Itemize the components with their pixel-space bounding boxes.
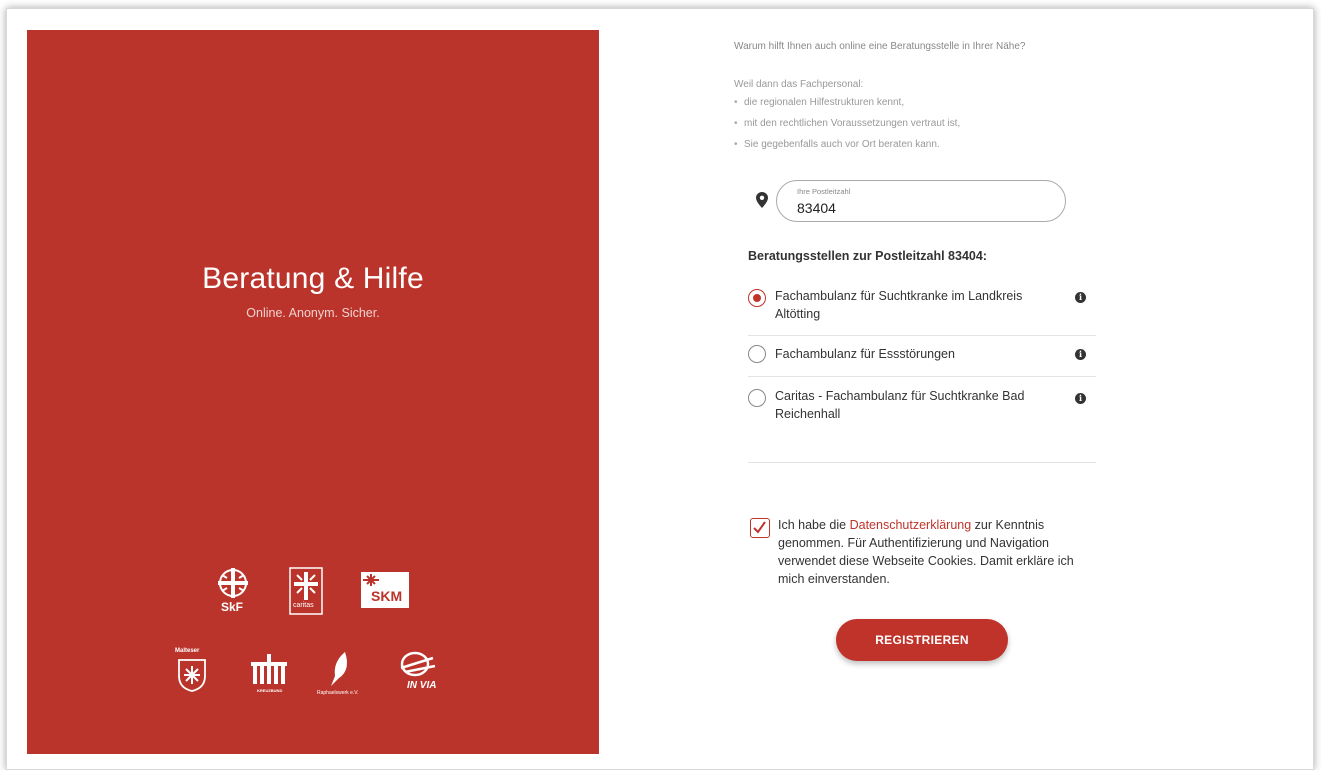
info-icon[interactable]: i	[1075, 349, 1086, 360]
section-divider	[748, 462, 1096, 463]
consent-text: Ich habe die Datenschutzerklärung zur Ke…	[778, 516, 1098, 588]
agency-option-2[interactable]: Fachambulanz für Essstörungen i	[748, 345, 1096, 367]
skm-logo: SKM	[361, 572, 409, 608]
option-divider	[748, 376, 1096, 377]
info-icon[interactable]: i	[1075, 292, 1086, 303]
register-button[interactable]: REGISTRIEREN	[836, 619, 1008, 661]
postcode-input[interactable]: Ihre Postleitzahl 83404	[776, 180, 1066, 222]
consent-checkbox[interactable]	[750, 518, 770, 538]
intro-bullet: Sie gegebenfalls auch vor Ort beraten ka…	[734, 138, 960, 159]
option-divider	[748, 335, 1096, 336]
agency-radio-2[interactable]	[748, 345, 766, 363]
checkmark-icon	[753, 521, 766, 534]
hero-title: Beratung & Hilfe	[202, 262, 424, 295]
invia-logo: IN VIA	[397, 650, 441, 696]
agency-option-1[interactable]: Fachambulanz für Suchtkranke im Landkrei…	[748, 287, 1096, 329]
agency-radio-3[interactable]	[748, 389, 766, 407]
agency-option-label: Fachambulanz für Suchtkranke im Landkrei…	[775, 289, 1023, 321]
agency-list-title: Beratungsstellen zur Postleitzahl 83404:	[748, 249, 987, 263]
hero-subtitle: Online. Anonym. Sicher.	[246, 306, 380, 320]
kreuzbund-logo: KREUZBUND	[249, 654, 289, 698]
info-icon[interactable]: i	[1075, 393, 1086, 404]
intro-question: Warum hilft Ihnen auch online eine Berat…	[734, 41, 1026, 52]
agency-radio-1[interactable]	[748, 289, 766, 307]
skf-logo: SkF	[213, 566, 253, 614]
postcode-label: Ihre Postleitzahl	[797, 187, 851, 196]
hero-panel: Beratung & Hilfe Online. Anonym. Sicher.…	[27, 30, 599, 754]
skf-logo-text: SkF	[221, 600, 244, 614]
privacy-policy-link[interactable]: Datenschutzerklärung	[850, 518, 972, 532]
map-pin-icon	[756, 192, 768, 208]
agency-option-3[interactable]: Caritas - Fachambulanz für Suchtkranke B…	[748, 387, 1096, 429]
agency-option-label: Caritas - Fachambulanz für Suchtkranke B…	[775, 389, 1025, 421]
caritas-logo: caritas	[289, 567, 323, 615]
agency-option-label: Fachambulanz für Essstörungen	[775, 347, 955, 361]
malteser-logo: Malteser	[175, 648, 211, 694]
raphaelswerk-logo-text: Raphaelswerk e.V.	[317, 690, 359, 696]
intro-bullet-list: die regionalen Hilfestrukturen kennt, mi…	[734, 96, 960, 159]
intro-bullet: die regionalen Hilfestrukturen kennt,	[734, 96, 960, 117]
skm-logo-text: SKM	[371, 588, 403, 604]
raphaelswerk-logo: Raphaelswerk e.V.	[317, 652, 361, 698]
intro-bullet: mit den rechtlichen Voraussetzungen vert…	[734, 117, 960, 138]
caritas-logo-text: caritas	[293, 602, 314, 609]
postcode-value[interactable]: 83404	[797, 200, 836, 216]
invia-logo-text: IN VIA	[407, 680, 437, 691]
malteser-logo-text: Malteser	[175, 648, 200, 654]
consent-text-before: Ich habe die	[778, 518, 850, 532]
kreuzbund-logo-text: KREUZBUND	[257, 688, 283, 693]
intro-lead: Weil dann das Fachpersonal:	[734, 79, 864, 90]
